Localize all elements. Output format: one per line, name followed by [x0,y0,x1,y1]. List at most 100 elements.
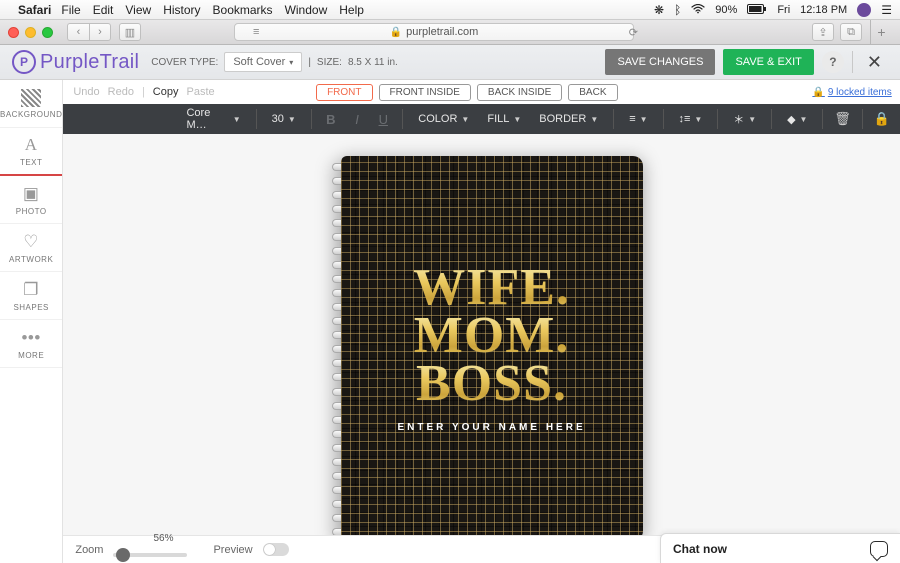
cover-type-select[interactable]: Soft Cover ▾ [224,52,302,72]
arrange-select[interactable]: ＊▼ [727,108,762,130]
line-height-select[interactable]: ↕≡▼ [672,108,708,130]
slider-thumb[interactable] [116,548,130,562]
address-bar[interactable]: ≡ 🔒 purpletrail.com ⟳ [234,23,634,41]
redo-button[interactable]: Redo [108,86,134,98]
menu-history[interactable]: History [163,3,200,17]
reload-icon[interactable]: ⟳ [629,26,638,39]
zoom-value: 56% [153,533,227,544]
window-controls [8,27,53,38]
zoom-window-icon[interactable] [42,27,53,38]
save-exit-button[interactable]: SAVE & EXIT [723,49,813,75]
cover-type-value: Soft Cover [233,56,285,68]
help-button[interactable]: ? [822,51,844,73]
lock-small-icon: 🔒 [812,87,824,98]
menubar-right: ❋ ᛒ 90% Fri 12:18 PM ☰ [654,3,892,17]
chat-widget[interactable]: Chat now [660,533,900,563]
brand-name: PurpleTrail [40,51,139,74]
photo-icon: ▣ [23,184,40,204]
back-button[interactable]: ‹ [67,23,89,41]
menu-file[interactable]: File [61,3,80,17]
header-divider [852,51,853,73]
menu-window[interactable]: Window [285,3,328,17]
locked-count: 9 locked items [828,87,892,98]
tab-front[interactable]: FRONT [316,84,372,101]
user-avatar-icon[interactable] [857,3,871,17]
size-value: 8.5 X 11 in. [348,57,398,68]
tab-back-inside[interactable]: BACK INSIDE [477,84,562,101]
rail-label: PHOTO [16,207,47,216]
rail-background[interactable]: BACKGROUND [0,80,62,128]
menu-edit[interactable]: Edit [93,3,114,17]
battery-icon[interactable] [747,3,767,17]
preview-label: Preview [213,544,252,556]
share-button[interactable]: ⇪ [812,23,834,41]
cover-line-1[interactable]: WIFE. [413,264,570,312]
bold-button[interactable]: B [321,108,341,130]
color-select[interactable]: COLOR▼ [412,108,475,130]
rail-label: ARTWORK [9,255,53,264]
font-value: Core M… [186,107,228,131]
preview-toggle[interactable] [263,543,289,556]
menu-bookmarks[interactable]: Bookmarks [213,3,273,17]
rail-artwork[interactable]: ♡ARTWORK [0,224,62,272]
rail-shapes[interactable]: ❐SHAPES [0,272,62,320]
left-rail: BACKGROUND ATEXT ▣ PHOTO ♡ARTWORK ❐SHAPES… [0,80,63,563]
menubar-time: 12:18 PM [800,4,847,16]
reader-icon[interactable]: ≡ [253,26,259,38]
arrange-icon: ＊ [733,111,744,127]
rail-photo[interactable]: ▣ PHOTO [0,176,62,224]
tabs-button[interactable]: ⧉ [840,23,862,41]
font-size-select[interactable]: 30▼ [266,108,302,130]
shapes-icon: ❐ [23,280,39,300]
border-select[interactable]: BORDER▼ [533,108,604,130]
copy-button[interactable]: Copy [153,86,179,98]
forward-button[interactable]: › [89,23,111,41]
wifi-icon[interactable] [691,3,705,17]
close-button[interactable]: ✕ [861,52,888,73]
safari-toolbar: ‹ › ▥ ≡ 🔒 purpletrail.com ⟳ ⇪ ⧉ + [0,20,900,45]
cover-meta: COVER TYPE: Soft Cover ▾ | SIZE: 8.5 X 1… [151,52,398,72]
menu-extra-icon[interactable]: ☰ [881,3,892,17]
rail-label: MORE [18,351,44,360]
locked-items-link[interactable]: 🔒 9 locked items [812,87,891,98]
lock-button[interactable]: 🔒 [872,108,892,130]
cover-line-3[interactable]: BOSS. [416,360,567,408]
tab-front-inside[interactable]: FRONT INSIDE [379,84,471,101]
zoom-label: Zoom [75,544,103,556]
menu-help[interactable]: Help [339,3,364,17]
delete-button[interactable]: 🗑 [832,108,852,130]
planner-cover[interactable]: WIFE. MOM. BOSS. ENTER YOUR NAME HERE [341,156,643,541]
tab-back[interactable]: BACK [568,84,617,101]
menubar-app[interactable]: Safari [18,3,51,17]
header-actions: SAVE CHANGES SAVE & EXIT ? ✕ [605,49,888,75]
trash-icon: 🗑 [834,111,851,127]
rail-text[interactable]: ATEXT [0,128,62,176]
menubar-day: Fri [777,4,790,16]
layers-select[interactable]: ◆▼ [781,108,813,130]
rail-more[interactable]: •••MORE [0,320,62,368]
brand-logo[interactable]: P PurpleTrail [12,50,139,74]
chevron-down-icon: ▼ [694,115,702,124]
align-select[interactable]: ≡▼ [623,108,653,130]
zoom-slider[interactable] [113,553,187,557]
rail-label: TEXT [20,158,42,167]
app-header: P PurpleTrail COVER TYPE: Soft Cover ▾ |… [0,45,900,80]
underline-button[interactable]: U [373,108,393,130]
italic-button[interactable]: I [347,108,367,130]
design-canvas[interactable]: WIFE. MOM. BOSS. ENTER YOUR NAME HERE [63,134,900,563]
close-window-icon[interactable] [8,27,19,38]
minimize-window-icon[interactable] [25,27,36,38]
weather-icon[interactable]: ❋ [654,3,664,17]
sidebar-button[interactable]: ▥ [119,23,141,41]
bluetooth-icon[interactable]: ᛒ [674,3,681,17]
cover-line-2[interactable]: MOM. [414,312,570,360]
font-select[interactable]: Core M…▼ [180,108,246,130]
menu-view[interactable]: View [125,3,151,17]
fill-select[interactable]: FILL▼ [481,108,527,130]
name-input-placeholder[interactable]: ENTER YOUR NAME HERE [397,422,585,433]
undo-button[interactable]: Undo [73,86,99,98]
lock-icon: 🔒 [390,27,402,38]
save-changes-button[interactable]: SAVE CHANGES [605,49,715,75]
new-tab-button[interactable]: + [870,20,892,45]
paste-button[interactable]: Paste [186,86,214,98]
